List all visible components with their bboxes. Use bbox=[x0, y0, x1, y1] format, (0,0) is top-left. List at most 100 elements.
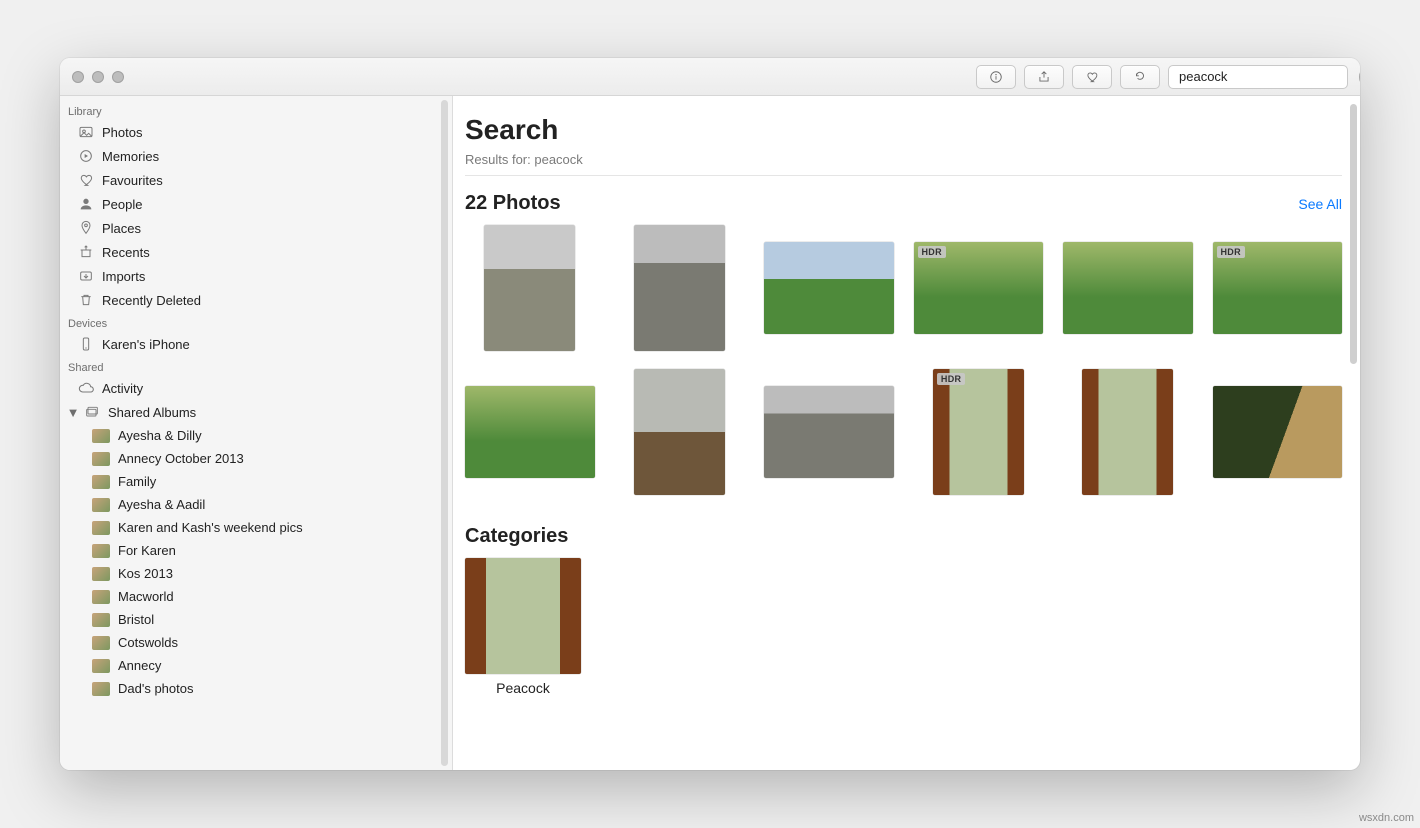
cloud-icon bbox=[78, 380, 94, 396]
sidebar-item[interactable]: Bristol bbox=[60, 608, 452, 631]
photo-thumbnail[interactable] bbox=[1213, 386, 1343, 478]
photo-thumbnail[interactable] bbox=[764, 242, 894, 334]
minimize-window-button[interactable] bbox=[92, 71, 104, 83]
sidebar-item-label: Places bbox=[102, 221, 141, 236]
sidebar-item[interactable]: Annecy October 2013 bbox=[60, 447, 452, 470]
category-label: Peacock bbox=[465, 680, 581, 696]
album-thumb-icon bbox=[92, 452, 110, 466]
window-controls bbox=[72, 71, 124, 83]
sidebar-item[interactable]: People bbox=[60, 192, 452, 216]
album-thumb-icon bbox=[92, 475, 110, 489]
photo-cell bbox=[465, 225, 595, 351]
photo-thumbnail[interactable] bbox=[634, 369, 725, 495]
hdr-badge: HDR bbox=[1217, 246, 1245, 258]
fullscreen-window-button[interactable] bbox=[112, 71, 124, 83]
close-window-button[interactable] bbox=[72, 71, 84, 83]
main-content[interactable]: Search Results for: peacock 22 Photos Se… bbox=[453, 96, 1360, 770]
sidebar-item-label: Macworld bbox=[118, 589, 174, 604]
rotate-button[interactable] bbox=[1120, 65, 1160, 89]
sidebar-item-label: Cotswolds bbox=[118, 635, 178, 650]
photo-thumbnail[interactable] bbox=[1082, 369, 1173, 495]
heart-icon bbox=[1085, 70, 1099, 84]
photos-heading: 22 Photos bbox=[465, 192, 561, 215]
search-field[interactable]: ✕ bbox=[1168, 65, 1348, 89]
sidebar-item-shared-albums[interactable]: ▼ Shared Albums bbox=[60, 400, 452, 424]
info-button[interactable] bbox=[976, 65, 1016, 89]
sidebar-item[interactable]: Recents bbox=[60, 240, 452, 264]
sidebar-item-label: Shared Albums bbox=[108, 405, 196, 420]
disclosure-triangle-icon[interactable]: ▼ bbox=[68, 405, 78, 420]
photo-thumbnail[interactable]: HDR bbox=[933, 369, 1024, 495]
sidebar-item-label: Ayesha & Aadil bbox=[118, 497, 205, 512]
clear-search-button[interactable]: ✕ bbox=[1359, 70, 1360, 84]
rotate-icon bbox=[1133, 70, 1147, 84]
photo-cell bbox=[764, 225, 894, 351]
sidebar-item-label: Kos 2013 bbox=[118, 566, 173, 581]
trash-icon bbox=[78, 292, 94, 308]
stack-icon bbox=[84, 404, 100, 420]
sidebar-item[interactable]: Ayesha & Dilly bbox=[60, 424, 452, 447]
sidebar-item-label: Family bbox=[118, 474, 156, 489]
sidebar-item-label: Photos bbox=[102, 125, 142, 140]
sidebar-item-label: For Karen bbox=[118, 543, 176, 558]
sidebar-item[interactable]: Recently Deleted bbox=[60, 288, 452, 312]
sidebar-item[interactable]: Cotswolds bbox=[60, 631, 452, 654]
album-thumb-icon bbox=[92, 613, 110, 627]
search-input[interactable] bbox=[1179, 69, 1355, 84]
info-icon bbox=[989, 70, 1003, 84]
photo-thumbnail[interactable]: HDR bbox=[914, 242, 1044, 334]
sidebar-item[interactable]: Karen's iPhone bbox=[60, 332, 452, 356]
sidebar-item-label: Imports bbox=[102, 269, 145, 284]
sidebar-item[interactable]: Imports bbox=[60, 264, 452, 288]
share-button[interactable] bbox=[1024, 65, 1064, 89]
sidebar-item-label: Bristol bbox=[118, 612, 154, 627]
album-thumb-icon bbox=[92, 636, 110, 650]
photo-thumbnail[interactable] bbox=[1063, 242, 1193, 334]
photo-cell bbox=[1063, 369, 1193, 495]
photo-thumbnail[interactable] bbox=[465, 386, 595, 478]
imports-icon bbox=[78, 268, 94, 284]
photo-cell bbox=[465, 369, 595, 495]
album-thumb-icon bbox=[92, 429, 110, 443]
sidebar-item[interactable]: Macworld bbox=[60, 585, 452, 608]
sidebar-item[interactable]: Memories bbox=[60, 144, 452, 168]
person-icon bbox=[78, 196, 94, 212]
iphone-icon bbox=[78, 336, 94, 352]
album-thumb-icon bbox=[92, 521, 110, 535]
memories-icon bbox=[78, 148, 94, 164]
photo-cell bbox=[615, 225, 745, 351]
photo-thumbnail[interactable] bbox=[634, 225, 725, 351]
sidebar-item[interactable]: Ayesha & Aadil bbox=[60, 493, 452, 516]
sidebar-item[interactable]: Favourites bbox=[60, 168, 452, 192]
album-thumb-icon bbox=[92, 544, 110, 558]
sidebar-item[interactable]: For Karen bbox=[60, 539, 452, 562]
sidebar-item[interactable]: Places bbox=[60, 216, 452, 240]
photos-icon bbox=[78, 124, 94, 140]
sidebar-item[interactable]: Dad's photos bbox=[60, 677, 452, 700]
favourite-button[interactable] bbox=[1072, 65, 1112, 89]
sidebar-item-label: Ayesha & Dilly bbox=[118, 428, 202, 443]
photo-thumbnail[interactable] bbox=[764, 386, 894, 478]
sidebar-item-label: Memories bbox=[102, 149, 159, 164]
hdr-badge: HDR bbox=[937, 373, 965, 385]
photo-cell bbox=[764, 369, 894, 495]
sidebar-item[interactable]: Family bbox=[60, 470, 452, 493]
pin-icon bbox=[78, 220, 94, 236]
sidebar-item[interactable]: Photos bbox=[60, 120, 452, 144]
photo-grid: HDR HDR HDR bbox=[465, 225, 1342, 495]
sidebar-item[interactable]: Kos 2013 bbox=[60, 562, 452, 585]
categories-row: Peacock bbox=[465, 558, 1342, 696]
sidebar-item-label: Activity bbox=[102, 381, 143, 396]
sidebar-item[interactable]: Karen and Kash's weekend pics bbox=[60, 516, 452, 539]
hdr-badge: HDR bbox=[918, 246, 946, 258]
sidebar[interactable]: Library PhotosMemoriesFavouritesPeoplePl… bbox=[60, 96, 453, 770]
sidebar-item[interactable]: Annecy bbox=[60, 654, 452, 677]
photo-thumbnail[interactable] bbox=[484, 225, 575, 351]
category-item[interactable]: Peacock bbox=[465, 558, 581, 696]
sidebar-item-activity[interactable]: Activity bbox=[60, 376, 452, 400]
see-all-link[interactable]: See All bbox=[1298, 196, 1342, 212]
recents-icon bbox=[78, 244, 94, 260]
category-thumbnail[interactable] bbox=[465, 558, 581, 674]
sidebar-item-label: Annecy October 2013 bbox=[118, 451, 244, 466]
photo-thumbnail[interactable]: HDR bbox=[1213, 242, 1343, 334]
